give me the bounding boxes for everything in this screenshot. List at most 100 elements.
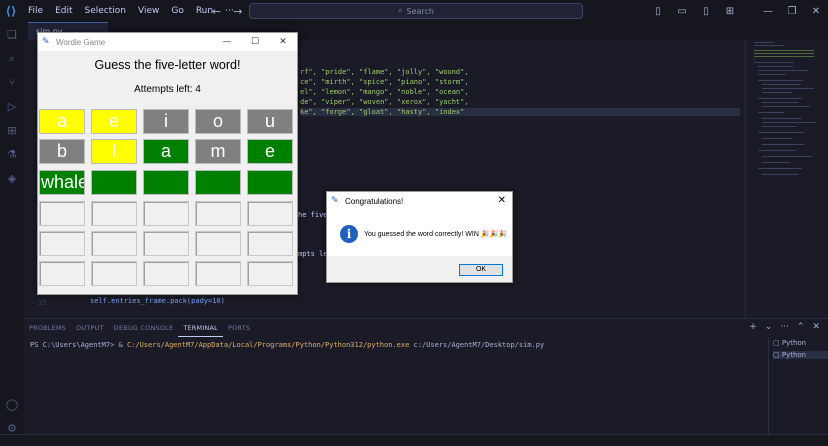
ok-button[interactable]: OK xyxy=(459,264,503,276)
letter-tile: l xyxy=(91,139,137,164)
code-line: el", "lemon", "mango", "noble", "ocean", xyxy=(300,88,469,96)
wordle-window: ✎ Wordle Game — ☐ ✕ Guess the five-lette… xyxy=(37,32,298,295)
panel-tabs: PROBLEMS OUTPUT DEBUG CONSOLE TERMINAL P… xyxy=(24,319,255,337)
terminal-prompt: PS C:\Users\AgentM7> & xyxy=(30,341,127,349)
search-icon: ⌕ xyxy=(398,6,403,15)
terminal-command-line[interactable]: PS C:\Users\AgentM7> & C:/Users/AgentM7/… xyxy=(30,341,544,349)
wordle-title-bar[interactable]: ✎ Wordle Game — ☐ ✕ xyxy=(38,33,297,51)
menu-view[interactable]: View xyxy=(132,0,165,22)
code-line: de", "viper", "woven", "xerox", "yacht", xyxy=(300,98,469,106)
testing-icon[interactable]: ⚗ xyxy=(5,148,19,162)
congratulations-dialog: ✎ Congratulations! ✕ i You guessed the w… xyxy=(326,191,513,283)
guess-entry-cell[interactable] xyxy=(39,201,85,226)
menu-go[interactable]: Go xyxy=(165,0,189,22)
dialog-title-bar[interactable]: ✎ Congratulations! ✕ xyxy=(327,192,512,210)
activity-bar: ❏ ⌕ ⑂ ▷ ⊞ ⚗ ◈ ◯ ⚙ xyxy=(0,22,24,446)
tab-terminal[interactable]: TERMINAL xyxy=(178,319,223,337)
dialog-button-bar: OK xyxy=(327,256,512,282)
menu-file[interactable]: File xyxy=(22,0,49,22)
guess-entry-cell[interactable] xyxy=(247,261,293,286)
tab-problems[interactable]: PROBLEMS xyxy=(24,319,71,337)
search-icon[interactable]: ⌕ xyxy=(5,52,19,66)
run-debug-icon[interactable]: ▷ xyxy=(5,100,19,114)
menu-bar: File Edit Selection View Go Run ··· xyxy=(22,0,240,22)
terminal-icon: ▢ xyxy=(773,351,782,359)
code-line: rf", "pride", "flame", "jolly", "wound", xyxy=(300,68,469,76)
vscode-logo-icon: ⟨⟩ xyxy=(5,4,17,18)
close-icon[interactable]: ✕ xyxy=(269,37,297,47)
info-icon: i xyxy=(340,225,358,243)
letter-tile: whale xyxy=(39,170,85,195)
terminal-item-python[interactable]: ▢ Python xyxy=(773,339,806,347)
guess-entry-cell[interactable] xyxy=(143,201,189,226)
minimize-icon[interactable]: — xyxy=(756,6,780,17)
dialog-title: Congratulations! xyxy=(345,196,404,206)
python-icon[interactable]: ◈ xyxy=(5,172,19,186)
menu-edit[interactable]: Edit xyxy=(49,0,78,22)
chevron-down-icon[interactable]: ⌄ xyxy=(765,322,773,332)
toggle-sidebar-icon[interactable]: ▯ xyxy=(646,6,670,17)
bottom-panel: PROBLEMS OUTPUT DEBUG CONSOLE TERMINAL P… xyxy=(24,318,828,435)
maximize-icon[interactable]: ☐ xyxy=(241,37,269,47)
guess-entry-cell[interactable] xyxy=(91,231,137,256)
guess-entry-cell[interactable] xyxy=(247,201,293,226)
guess-entry-cell[interactable] xyxy=(195,261,241,286)
guess-entry-cell[interactable] xyxy=(143,261,189,286)
minimap[interactable] xyxy=(746,40,828,318)
restore-icon[interactable]: ❐ xyxy=(780,6,804,17)
close-panel-icon[interactable]: ✕ xyxy=(812,322,820,332)
close-icon[interactable]: ✕ xyxy=(498,195,506,206)
new-terminal-icon[interactable]: + xyxy=(749,322,757,332)
guess-entry-cell[interactable] xyxy=(195,231,241,256)
tab-ports[interactable]: PORTS xyxy=(223,319,255,337)
line-number: 35 xyxy=(38,299,47,307)
letter-tile: m xyxy=(195,139,241,164)
guess-entry-cell[interactable] xyxy=(195,201,241,226)
guess-entry-cell[interactable] xyxy=(39,231,85,256)
menu-selection[interactable]: Selection xyxy=(79,0,132,22)
status-bar xyxy=(0,434,828,446)
letter-tile: e xyxy=(247,139,293,164)
guess-entry-cell[interactable] xyxy=(91,261,137,286)
source-control-icon[interactable]: ⑂ xyxy=(5,76,19,90)
guess-entry-cell[interactable] xyxy=(247,231,293,256)
code-line: ce", "mirth", "spice", "piano", "storm", xyxy=(300,78,469,86)
back-arrow-icon[interactable]: ← xyxy=(212,5,221,18)
letter-tile: u xyxy=(247,109,293,134)
letter-tile xyxy=(195,170,241,195)
toggle-secondary-sidebar-icon[interactable]: ▯ xyxy=(694,6,718,17)
letter-tile: o xyxy=(195,109,241,134)
maximize-panel-icon[interactable]: ⌃ xyxy=(797,322,805,332)
letter-tile xyxy=(143,170,189,195)
letter-tile: a xyxy=(39,109,85,134)
code-line: self.entries_frame.pack(pady=10) xyxy=(90,297,225,305)
forward-arrow-icon[interactable]: → xyxy=(233,5,242,18)
terminal-item-python-active[interactable]: ▢ Python xyxy=(773,351,828,359)
more-actions-icon[interactable]: ··· xyxy=(780,322,789,332)
terminal-script-path: c:/Users/AgentM7/Desktop/sim.py xyxy=(409,341,545,349)
letter-tile xyxy=(247,170,293,195)
command-search-box[interactable]: ⌕ Search xyxy=(249,3,583,19)
dialog-message: You guessed the word correctly! WIN 🎉🎉🎉 xyxy=(364,231,507,238)
wordle-heading: Guess the five-letter word! xyxy=(94,58,241,72)
guess-entry-cell[interactable] xyxy=(143,231,189,256)
close-icon[interactable]: ✕ xyxy=(804,6,828,17)
title-bar: ⟨⟩ File Edit Selection View Go Run ··· ←… xyxy=(0,0,828,22)
tab-debug-console[interactable]: DEBUG CONSOLE xyxy=(109,319,179,337)
explorer-icon[interactable]: ❏ xyxy=(5,28,19,42)
code-line-current: ke", "forge", "gloat", "hasty", "index" xyxy=(300,108,740,116)
minimize-icon[interactable]: — xyxy=(213,37,241,47)
account-icon[interactable]: ◯ xyxy=(5,398,19,412)
code-fragment: mpts le xyxy=(298,250,328,258)
extensions-icon[interactable]: ⊞ xyxy=(5,124,19,138)
attempts-left-label: Attempts left: 4 xyxy=(134,84,201,95)
customize-layout-icon[interactable]: ⊞ xyxy=(718,6,742,17)
tab-output[interactable]: OUTPUT xyxy=(71,319,109,337)
terminal-icon: ▢ xyxy=(773,339,782,347)
wordle-window-title: Wordle Game xyxy=(56,37,106,47)
letter-tile: e xyxy=(91,109,137,134)
guess-entry-cell[interactable] xyxy=(91,201,137,226)
toggle-panel-icon[interactable]: ▭ xyxy=(670,6,694,17)
guess-entry-cell[interactable] xyxy=(39,261,85,286)
tk-feather-icon: ✎ xyxy=(331,196,339,206)
